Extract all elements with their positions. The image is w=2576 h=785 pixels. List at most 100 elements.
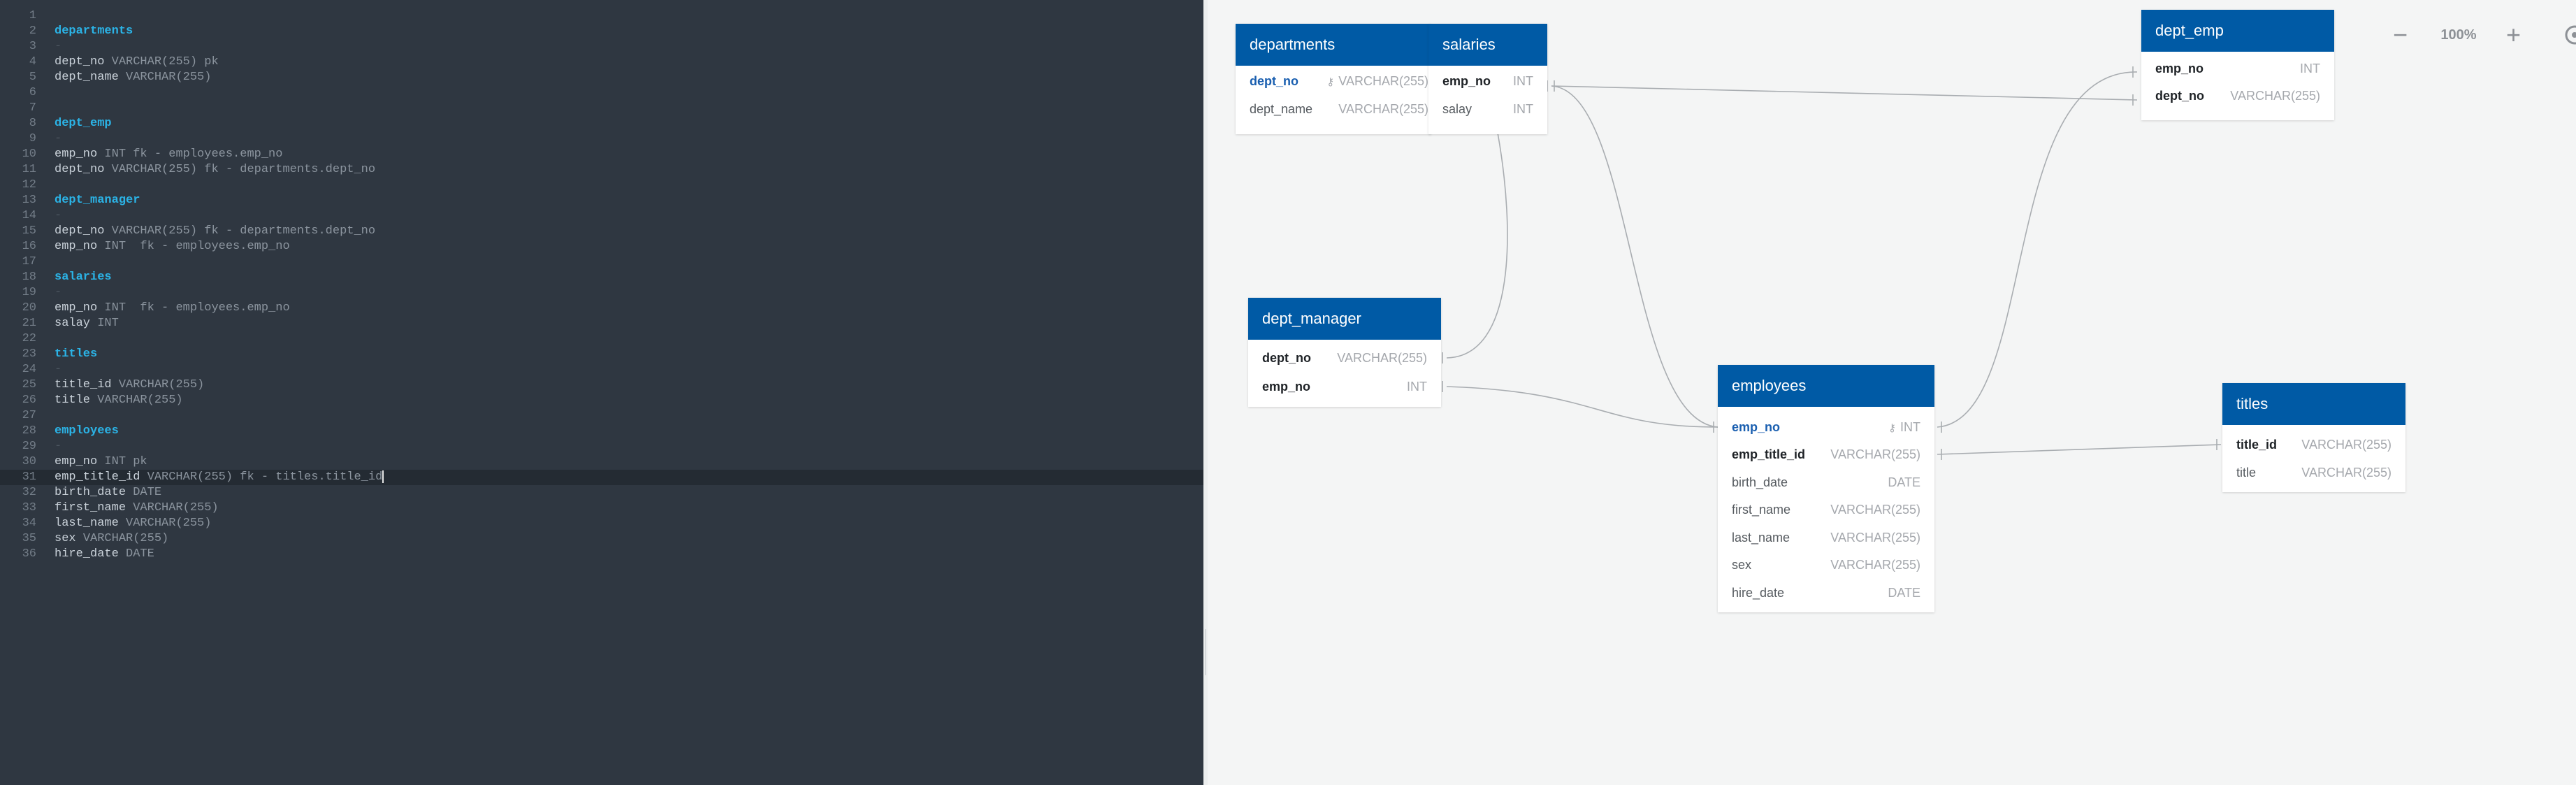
code-text[interactable]: emp_no INT pk xyxy=(55,454,147,470)
code-text[interactable]: birth_date DATE xyxy=(55,485,161,500)
code-line[interactable]: 10 emp_no INT fk - employees.emp_no xyxy=(0,147,1203,162)
code-text[interactable]: - xyxy=(55,208,61,224)
code-text[interactable]: - xyxy=(55,39,61,55)
code-line[interactable]: 14 - xyxy=(0,208,1203,224)
column-last-name[interactable]: last_name VARCHAR(255) xyxy=(1718,524,1934,552)
column-birth-date[interactable]: birth_date DATE xyxy=(1718,468,1934,496)
code-text[interactable]: employees xyxy=(55,424,119,439)
code-text[interactable]: salaries xyxy=(55,270,112,285)
code-line[interactable]: 22 xyxy=(0,331,1203,347)
code-line[interactable]: 15 dept_no VARCHAR(255) fk - departments.… xyxy=(0,224,1203,239)
code-text[interactable]: title_id VARCHAR(255) xyxy=(55,377,204,393)
code-text[interactable]: emp_no INT fk - employees.emp_no xyxy=(55,239,290,254)
code-line[interactable]: 25 title_id VARCHAR(255) xyxy=(0,377,1203,393)
column-dept-no[interactable]: dept_no ⚷ VARCHAR(255) xyxy=(1236,67,1431,95)
code-text[interactable]: dept_no VARCHAR(255) fk - departments.de… xyxy=(55,224,375,239)
zoom-in-button[interactable]: + xyxy=(2506,20,2521,50)
code-line[interactable]: 26 title VARCHAR(255) xyxy=(0,393,1203,408)
table-header[interactable]: titles xyxy=(2222,383,2405,425)
code-line[interactable]: 13 dept_manager xyxy=(0,193,1203,208)
code-text[interactable]: dept_no VARCHAR(255) pk xyxy=(55,55,219,70)
code-line[interactable]: 19 - xyxy=(0,285,1203,301)
column-emp-no[interactable]: emp_no INT xyxy=(1428,67,1547,95)
code-text[interactable]: dept_no VARCHAR(255) fk - departments.de… xyxy=(55,162,375,178)
code-text[interactable]: emp_no INT fk - employees.emp_no xyxy=(55,147,282,162)
code-line[interactable]: 33 first_name VARCHAR(255) xyxy=(0,500,1203,516)
code-line[interactable]: 1 xyxy=(0,8,1203,24)
code-line[interactable]: 21 salay INT xyxy=(0,316,1203,331)
column-dept-name[interactable]: dept_name VARCHAR(255) xyxy=(1236,95,1431,123)
code-text[interactable]: emp_title_id VARCHAR(255) fk - titles.ti… xyxy=(55,470,384,485)
column-title[interactable]: title VARCHAR(255) xyxy=(2222,459,2405,487)
code-line[interactable]: 27 xyxy=(0,408,1203,424)
code-text[interactable]: - xyxy=(55,285,61,301)
code-text[interactable]: hire_date DATE xyxy=(55,547,154,562)
code-text[interactable]: emp_no INT fk - employees.emp_no xyxy=(55,301,290,316)
column-first-name[interactable]: first_name VARCHAR(255) xyxy=(1718,496,1934,524)
code-line[interactable]: 3- xyxy=(0,39,1203,55)
code-text[interactable]: dept_emp xyxy=(55,116,112,131)
code-text[interactable]: titles xyxy=(55,347,97,362)
table-employees[interactable]: employees emp_no ⚷ INT emp_title_id VARCH… xyxy=(1718,365,1934,612)
code-line[interactable]: 8 dept_emp xyxy=(0,116,1203,131)
code-line[interactable]: 2 departments xyxy=(0,24,1203,39)
code-line[interactable]: 23 titles xyxy=(0,347,1203,362)
splitter-grip[interactable] xyxy=(1205,629,1206,675)
code-line[interactable]: 24 - xyxy=(0,362,1203,377)
code-line[interactable]: 9- xyxy=(0,131,1203,147)
code-text[interactable]: salay INT xyxy=(55,316,119,331)
diagram-canvas[interactable]: departments dept_no ⚷ VARCHAR(255) dept_n… xyxy=(1208,0,2576,785)
code-line[interactable]: 18 salaries xyxy=(0,270,1203,285)
code-line[interactable]: 31 emp_title_id VARCHAR(255) fk - titles.… xyxy=(0,470,1203,485)
code-line[interactable]: 36 hire_date DATE xyxy=(0,547,1203,562)
code-text[interactable]: first_name VARCHAR(255) xyxy=(55,500,219,516)
column-emp-no[interactable]: emp_no ⚷ INT xyxy=(1718,413,1934,441)
code-line[interactable]: 4 dept_no VARCHAR(255) pk xyxy=(0,55,1203,70)
code-editor[interactable]: 1 2 departments 3-4 dept_no VARCHAR(255) pk 5… xyxy=(0,0,1203,785)
column-dept-no[interactable]: dept_no VARCHAR(255) xyxy=(1248,344,1441,372)
code-text[interactable]: sex VARCHAR(255) xyxy=(55,531,168,547)
code-line[interactable]: 7 xyxy=(0,101,1203,116)
code-text[interactable]: - xyxy=(55,362,61,377)
table-titles[interactable]: titles title_id VARCHAR(255) title VARCH… xyxy=(2222,383,2405,492)
code-line[interactable]: 20 emp_no INT fk - employees.emp_no xyxy=(0,301,1203,316)
code-text[interactable]: title VARCHAR(255) xyxy=(55,393,183,408)
code-line[interactable]: 28 employees xyxy=(0,424,1203,439)
column-hire-date[interactable]: hire_date DATE xyxy=(1718,579,1934,607)
column-salay[interactable]: salay INT xyxy=(1428,95,1547,123)
code-line[interactable]: 35 sex VARCHAR(255) xyxy=(0,531,1203,547)
code-text[interactable]: - xyxy=(55,439,61,454)
code-text[interactable]: - xyxy=(55,131,61,147)
column-title-id[interactable]: title_id VARCHAR(255) xyxy=(2222,431,2405,459)
code-line[interactable]: 6 xyxy=(0,85,1203,101)
code-line[interactable]: 29 - xyxy=(0,439,1203,454)
table-header[interactable]: salaries xyxy=(1428,24,1547,66)
table-departments[interactable]: departments dept_no ⚷ VARCHAR(255) dept_n… xyxy=(1236,24,1431,134)
code-line[interactable]: 5 dept_name VARCHAR(255) xyxy=(0,70,1203,85)
code-line[interactable]: 17 xyxy=(0,254,1203,270)
code-text[interactable]: dept_name VARCHAR(255) xyxy=(55,70,211,85)
code-line[interactable]: 32 birth_date DATE xyxy=(0,485,1203,500)
column-dept-no[interactable]: dept_no VARCHAR(255) xyxy=(2141,82,2334,110)
table-dept-emp[interactable]: dept_emp emp_no INT dept_no VARCHAR(255) xyxy=(2141,10,2334,120)
table-header[interactable]: departments xyxy=(1236,24,1431,66)
table-dept-manager[interactable]: dept_manager dept_no VARCHAR(255) emp_no… xyxy=(1248,298,1441,407)
column-emp-no[interactable]: emp_no INT xyxy=(1248,373,1441,401)
code-line[interactable]: 11 dept_no VARCHAR(255) fk - departments.… xyxy=(0,162,1203,178)
table-header[interactable]: dept_emp xyxy=(2141,10,2334,52)
table-header[interactable]: employees xyxy=(1718,365,1934,407)
column-sex[interactable]: sex VARCHAR(255) xyxy=(1718,551,1934,579)
fit-view-icon[interactable] xyxy=(2561,22,2576,48)
zoom-out-button[interactable]: − xyxy=(2393,20,2408,50)
column-emp-no[interactable]: emp_no INT xyxy=(2141,55,2334,82)
code-text[interactable]: dept_manager xyxy=(55,193,140,208)
code-line[interactable]: 12 xyxy=(0,178,1203,193)
table-header[interactable]: dept_manager xyxy=(1248,298,1441,340)
column-emp-title-id[interactable]: emp_title_id VARCHAR(255) xyxy=(1718,440,1934,468)
code-line[interactable]: 30 emp_no INT pk xyxy=(0,454,1203,470)
table-salaries[interactable]: salaries emp_no INT salay INT xyxy=(1428,24,1547,134)
code-text[interactable]: departments xyxy=(55,24,133,39)
code-line[interactable]: 34 last_name VARCHAR(255) xyxy=(0,516,1203,531)
code-text[interactable]: last_name VARCHAR(255) xyxy=(55,516,211,531)
code-line[interactable]: 16 emp_no INT fk - employees.emp_no xyxy=(0,239,1203,254)
